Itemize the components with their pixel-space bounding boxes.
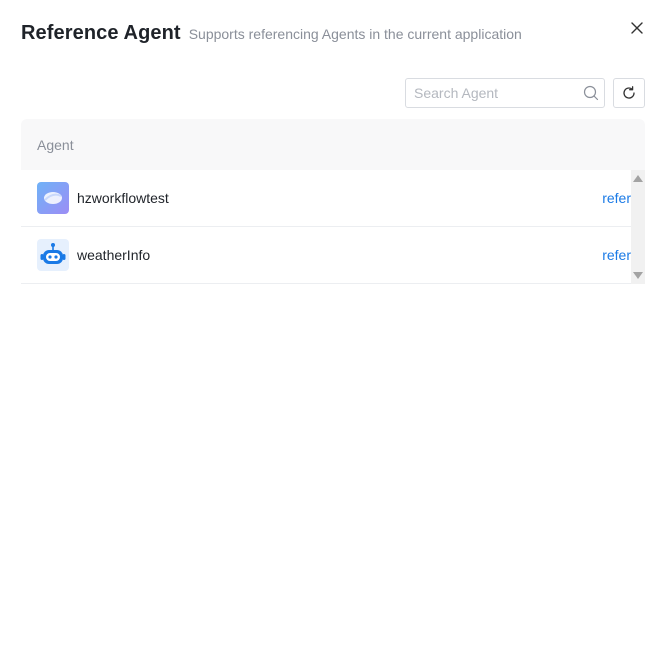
reference-agent-dialog: Reference Agent Supports referencing Age… xyxy=(0,0,665,649)
dialog-title: Reference Agent xyxy=(21,22,181,44)
refer-link[interactable]: refer xyxy=(602,247,631,263)
workflow-avatar-icon xyxy=(37,182,69,214)
search-box xyxy=(405,78,605,108)
table-header: Agent xyxy=(21,119,645,170)
scrollbar[interactable] xyxy=(631,170,645,284)
refresh-button[interactable] xyxy=(613,78,645,108)
search-input[interactable] xyxy=(406,79,574,107)
close-icon xyxy=(631,22,643,34)
refer-link[interactable]: refer xyxy=(602,190,631,206)
toolbar xyxy=(405,78,645,108)
refresh-icon xyxy=(623,86,635,99)
agent-table: Agent hzworkflowtest refer weatherInfo r… xyxy=(21,119,645,284)
table-body: hzworkflowtest refer weatherInfo refer xyxy=(21,170,645,284)
dialog-header: Reference Agent Supports referencing Age… xyxy=(21,22,522,45)
agent-name: weatherInfo xyxy=(77,247,151,263)
table-row: hzworkflowtest refer xyxy=(21,170,631,227)
dialog-subtitle: Supports referencing Agents in the curre… xyxy=(188,26,522,42)
row-divider xyxy=(21,283,645,284)
robot-avatar-icon xyxy=(37,239,69,271)
search-icon[interactable] xyxy=(583,85,599,101)
agent-name: hzworkflowtest xyxy=(77,190,169,206)
row-divider xyxy=(21,226,645,227)
scroll-up-arrow-icon[interactable] xyxy=(633,175,643,182)
table-row: weatherInfo refer xyxy=(21,227,631,284)
scroll-down-arrow-icon[interactable] xyxy=(633,272,643,279)
close-button[interactable] xyxy=(627,18,647,38)
column-header-agent: Agent xyxy=(37,136,74,153)
